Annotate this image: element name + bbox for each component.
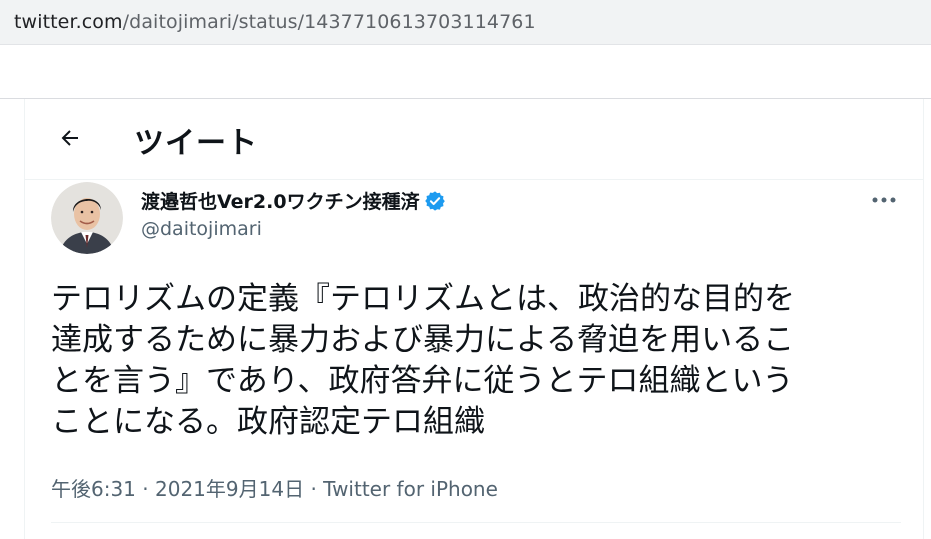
page-title: ツイート [134,126,258,161]
avatar[interactable] [51,182,123,254]
meta-separator: · [310,477,317,501]
back-button[interactable] [51,119,89,157]
tweet-source[interactable]: Twitter for iPhone [323,477,498,501]
url-text[interactable]: twitter.com/daitojimari/status/143771061… [14,11,536,33]
author-display-name[interactable]: 渡邉哲也Ver2.0ワクチン接種済 [141,187,446,214]
tweet-text-line: テロリズムの定義『テロリズムとは、政治的な目的を [51,281,795,317]
tweet-time[interactable]: 午後6:31 [51,477,136,501]
tweet-date[interactable]: 2021年9月14日 [155,477,304,501]
arrow-left-icon [61,130,78,146]
tweet-text: テロリズムの定義『テロリズムとは、政治的な目的を 達成するために暴力および暴力に… [51,279,901,443]
author-name-text: 渡邉哲也Ver2.0ワクチン接種済 [141,191,420,213]
meta-separator: · [142,477,149,501]
tweet-text-line: ことになる。政府認定テロ組織 [51,404,485,440]
tweet-header-bar: ツイート [25,99,923,180]
tweet-text-line: とを言う』であり、政府答弁に従うとテロ組織という [51,363,794,399]
more-dots-icon [872,197,896,203]
profile-photo [51,182,123,254]
tweet-column: ツイート 渡邉哲也Ver2.0ワクチン接種済 @daitojimari テロリズ… [24,99,924,539]
url-path: /daitojimari/status/1437710613703114761 [122,11,536,33]
tweet-metadata: 午後6:31 · 2021年9月14日 · Twitter for iPhone [51,473,498,502]
tweet-text-line: 達成するために暴力および暴力による脅迫を用いるこ [51,322,795,358]
verified-badge-icon [424,190,446,212]
divider [51,522,901,523]
author-handle[interactable]: @daitojimari [141,218,262,240]
url-host: twitter.com [14,11,123,33]
more-options-button[interactable] [863,185,905,215]
browser-toolbar-space [0,45,931,98]
browser-address-bar[interactable]: twitter.com/daitojimari/status/143771061… [0,0,931,45]
